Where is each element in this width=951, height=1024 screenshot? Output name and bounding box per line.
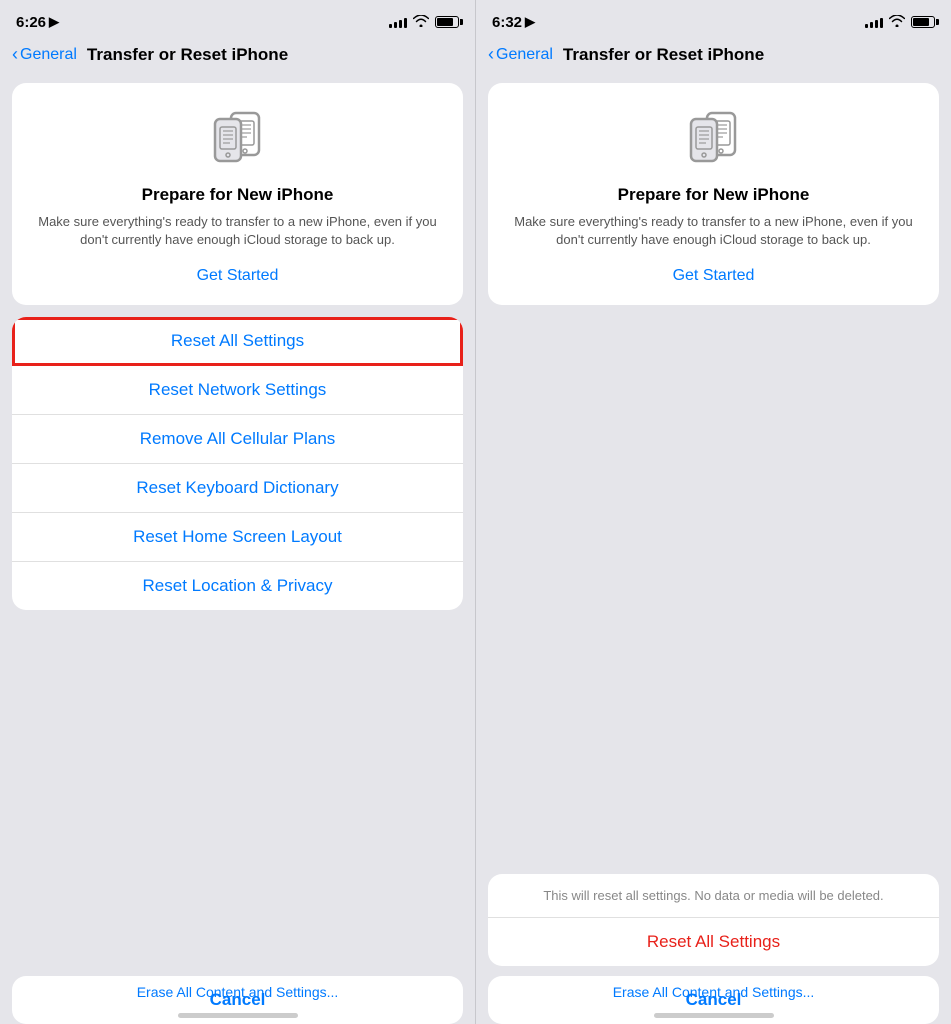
signal-bar-2 bbox=[394, 22, 397, 28]
dialog-action-reset[interactable]: Reset All Settings bbox=[488, 918, 939, 966]
reset-item-all-settings[interactable]: Reset All Settings bbox=[12, 317, 463, 366]
home-indicator-left bbox=[178, 1013, 298, 1018]
erase-hint-right[interactable]: Erase All Content and Settings... bbox=[476, 980, 951, 1004]
signal-bar-r1 bbox=[865, 24, 868, 28]
battery-icon-left bbox=[435, 16, 459, 28]
back-chevron-right: ‹ bbox=[488, 44, 494, 65]
wifi-icon-right bbox=[889, 15, 905, 30]
status-time-right: 6:32 ▶ bbox=[492, 14, 535, 31]
signal-bar-3 bbox=[399, 20, 402, 28]
signal-bar-r2 bbox=[870, 22, 873, 28]
nav-bar-right: ‹ General Transfer or Reset iPhone bbox=[476, 40, 951, 75]
reset-list-left: Reset All Settings Reset Network Setting… bbox=[12, 317, 463, 610]
time-right: 6:32 bbox=[492, 14, 522, 31]
reset-all-settings-label: Reset All Settings bbox=[171, 331, 304, 351]
signal-bars-left bbox=[389, 16, 407, 28]
erase-hint-left[interactable]: Erase All Content and Settings... bbox=[0, 980, 475, 1004]
location-icon-right: ▶ bbox=[525, 14, 535, 30]
nav-bar-left: ‹ General Transfer or Reset iPhone bbox=[0, 40, 475, 75]
battery-icon-right bbox=[911, 16, 935, 28]
time-left: 6:26 bbox=[16, 14, 46, 31]
reset-network-label: Reset Network Settings bbox=[149, 380, 327, 400]
signal-bar-r4 bbox=[880, 18, 883, 28]
left-phone-panel: 6:26 ▶ ‹ Gener bbox=[0, 0, 475, 1024]
nav-title-right: Transfer or Reset iPhone bbox=[563, 45, 764, 65]
nav-title-left: Transfer or Reset iPhone bbox=[87, 45, 288, 65]
remove-cellular-label: Remove All Cellular Plans bbox=[140, 429, 336, 449]
reset-item-cellular[interactable]: Remove All Cellular Plans bbox=[12, 415, 463, 464]
wifi-icon-left bbox=[413, 15, 429, 30]
right-phone-panel: 6:32 ▶ ‹ Gener bbox=[475, 0, 951, 1024]
back-button-right[interactable]: ‹ General bbox=[488, 44, 553, 65]
back-chevron-left: ‹ bbox=[12, 44, 18, 65]
status-icons-right bbox=[865, 15, 935, 30]
reset-item-home-screen[interactable]: Reset Home Screen Layout bbox=[12, 513, 463, 562]
prepare-card-title-left: Prepare for New iPhone bbox=[142, 185, 334, 205]
reset-keyboard-label: Reset Keyboard Dictionary bbox=[136, 478, 338, 498]
battery-fill-left bbox=[437, 18, 453, 26]
home-indicator-right bbox=[654, 1013, 774, 1018]
back-label-left: General bbox=[20, 46, 77, 64]
location-icon-left: ▶ bbox=[49, 14, 59, 30]
signal-bar-4 bbox=[404, 18, 407, 28]
dialog-message-right: This will reset all settings. No data or… bbox=[488, 874, 939, 918]
reset-item-keyboard[interactable]: Reset Keyboard Dictionary bbox=[12, 464, 463, 513]
signal-bar-1 bbox=[389, 24, 392, 28]
prepare-card-left: Prepare for New iPhone Make sure everyth… bbox=[12, 83, 463, 305]
prepare-card-right: Prepare for New iPhone Make sure everyth… bbox=[488, 83, 939, 305]
reset-item-network[interactable]: Reset Network Settings bbox=[12, 366, 463, 415]
prepare-card-desc-right: Make sure everything's ready to transfer… bbox=[504, 213, 923, 249]
signal-bar-r3 bbox=[875, 20, 878, 28]
back-button-left[interactable]: ‹ General bbox=[12, 44, 77, 65]
status-time-left: 6:26 ▶ bbox=[16, 14, 59, 31]
get-started-button-right[interactable]: Get Started bbox=[673, 263, 755, 289]
battery-fill-right bbox=[913, 18, 929, 26]
status-bar-right: 6:32 ▶ bbox=[476, 0, 951, 40]
get-started-button-left[interactable]: Get Started bbox=[197, 263, 279, 289]
prepare-card-desc-left: Make sure everything's ready to transfer… bbox=[28, 213, 447, 249]
reset-home-screen-label: Reset Home Screen Layout bbox=[133, 527, 342, 547]
back-label-right: General bbox=[496, 46, 553, 64]
status-bar-left: 6:26 ▶ bbox=[0, 0, 475, 40]
prepare-icon-right bbox=[679, 103, 749, 173]
prepare-card-title-right: Prepare for New iPhone bbox=[618, 185, 810, 205]
dialog-box-right: This will reset all settings. No data or… bbox=[488, 874, 939, 966]
status-icons-left bbox=[389, 15, 459, 30]
signal-bars-right bbox=[865, 16, 883, 28]
reset-location-label: Reset Location & Privacy bbox=[143, 576, 333, 596]
reset-item-location[interactable]: Reset Location & Privacy bbox=[12, 562, 463, 610]
prepare-icon-left bbox=[203, 103, 273, 173]
